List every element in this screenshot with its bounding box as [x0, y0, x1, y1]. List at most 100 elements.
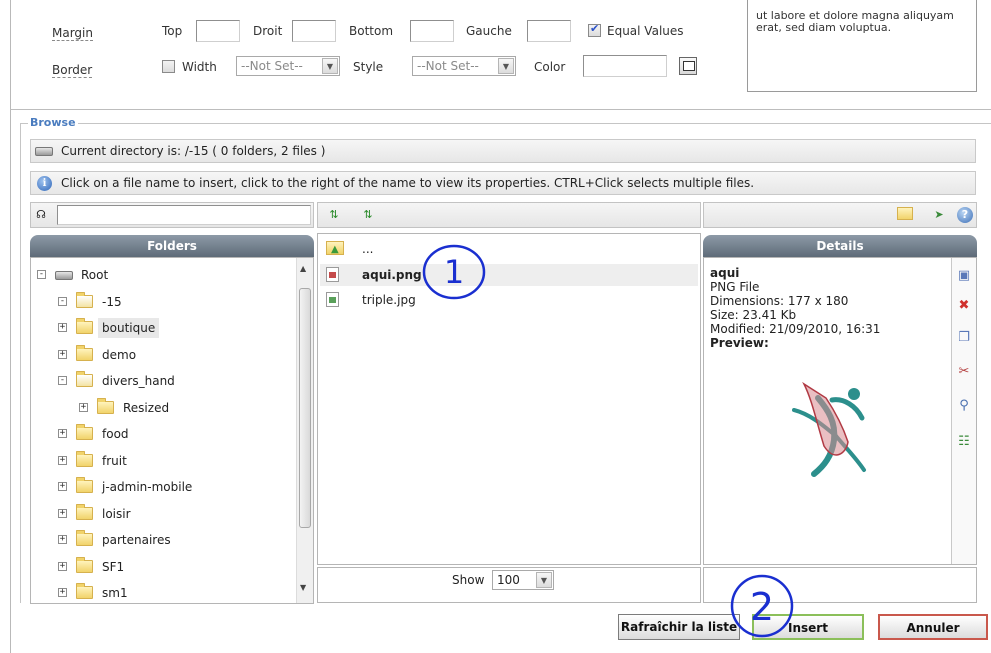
equal-values-label: Equal Values — [607, 24, 684, 38]
tree-item-label: j-admin-mobile — [102, 480, 193, 494]
copy-icon[interactable]: ❐ — [956, 330, 972, 346]
margin-top-label: Top — [162, 24, 183, 38]
expand-icon[interactable]: + — [58, 429, 67, 438]
tree-item-label: divers_hand — [102, 374, 175, 388]
style-preview-box: ut labore et dolore magna aliquyam erat,… — [747, 0, 977, 92]
scroll-down-icon[interactable]: ▼ — [300, 583, 306, 592]
browse-legend: Browse — [28, 116, 78, 129]
delete-icon[interactable]: ✖ — [956, 298, 972, 314]
folder-icon — [76, 477, 93, 493]
file-row[interactable]: aqui.png — [320, 264, 698, 286]
help-icon[interactable]: ? — [957, 207, 973, 223]
expand-icon[interactable]: + — [58, 323, 67, 332]
new-folder-icon[interactable] — [897, 207, 913, 220]
folder-tree-scrollbar[interactable]: ▲ ▼ — [296, 258, 313, 603]
margin-right-input[interactable] — [292, 20, 336, 42]
equal-values-checkbox[interactable] — [588, 22, 601, 37]
sort-az-icon[interactable]: ⇅ — [326, 207, 342, 223]
file-sort-toolbar: ⇅ ⇅ — [317, 202, 701, 228]
scroll-up-icon[interactable]: ▲ — [300, 264, 306, 273]
folder-icon — [76, 424, 93, 440]
collapse-icon[interactable]: - — [37, 270, 46, 279]
tree-item[interactable]: - Root — [31, 262, 293, 288]
insert-button[interactable]: Insert — [752, 614, 864, 640]
tree-item[interactable]: + sm1 — [31, 580, 293, 603]
drive-icon — [35, 147, 53, 156]
file-name[interactable]: aqui.png — [362, 264, 422, 286]
margin-bottom-input[interactable] — [410, 20, 454, 42]
tree-item[interactable]: + loisir — [31, 501, 293, 527]
tree-item[interactable]: + Resized — [31, 395, 293, 421]
expand-icon[interactable]: + — [58, 455, 67, 465]
tree-item[interactable]: - divers_hand — [31, 368, 293, 394]
add-file-icon[interactable]: ☷ — [956, 434, 972, 450]
margin-left-input[interactable] — [527, 20, 571, 42]
parent-folder-label: ... — [362, 242, 374, 256]
collapse-icon[interactable]: - — [58, 376, 67, 385]
border-style-select[interactable]: --Not Set-- ▼ — [412, 56, 516, 76]
show-count-select[interactable]: 100 ▼ — [492, 570, 554, 590]
expand-icon[interactable]: + — [58, 508, 67, 518]
binoculars-icon[interactable]: ☊ — [33, 207, 49, 223]
hint-bar: i Click on a file name to insert, click … — [30, 171, 976, 195]
expand-icon[interactable]: + — [58, 349, 67, 359]
cut-icon[interactable]: ✂ — [956, 364, 972, 380]
detail-name: aqui — [710, 266, 740, 280]
rename-icon[interactable]: ▣ — [956, 268, 972, 284]
folder-scroll-thumb[interactable] — [299, 288, 311, 528]
chevron-down-icon[interactable]: ▼ — [498, 58, 514, 74]
tree-item-label: sm1 — [102, 586, 128, 600]
margin-top-input[interactable] — [196, 20, 240, 42]
file-list-footer: Show 100 ▼ — [317, 567, 701, 603]
refresh-list-button[interactable]: Rafraîchir la liste — [618, 614, 740, 640]
border-width-checkbox[interactable] — [162, 60, 175, 73]
upload-icon[interactable]: ➤ — [931, 207, 947, 223]
file-name[interactable]: triple.jpg — [362, 289, 416, 311]
file-row[interactable]: triple.jpg — [320, 289, 698, 311]
tree-item[interactable]: + demo — [31, 342, 293, 368]
expand-icon[interactable]: + — [58, 535, 67, 544]
tree-item-label: partenaires — [102, 533, 171, 547]
chevron-down-icon[interactable]: ▼ — [536, 572, 552, 588]
folder-icon — [76, 344, 93, 361]
drive-icon — [55, 271, 73, 280]
tree-item-label: demo — [102, 347, 137, 362]
tree-item[interactable]: + fruit — [31, 448, 293, 474]
tree-item[interactable]: + food — [31, 421, 293, 447]
expand-icon[interactable]: + — [58, 561, 67, 571]
tree-item-label: Resized — [123, 400, 170, 415]
border-width-select[interactable]: --Not Set-- ▼ — [236, 56, 340, 76]
margin-left-label: Gauche — [466, 24, 512, 38]
border-width-label: Width — [182, 60, 217, 74]
tree-item[interactable]: + j-admin-mobile — [31, 474, 293, 500]
margin-label: Margin — [52, 26, 93, 41]
parent-folder-row[interactable]: ... — [320, 238, 698, 261]
expand-icon[interactable]: + — [58, 588, 67, 597]
border-color-input[interactable] — [583, 55, 667, 77]
tree-item-label: food — [102, 427, 129, 441]
folder-icon — [97, 397, 114, 414]
show-count-value: 100 — [497, 573, 520, 587]
tree-item[interactable]: - -15 — [31, 289, 293, 315]
expand-icon[interactable]: + — [58, 482, 67, 491]
chevron-down-icon[interactable]: ▼ — [322, 58, 338, 74]
folder-open-icon — [76, 291, 93, 308]
tree-item[interactable]: + SF1 — [31, 554, 293, 580]
color-picker-icon[interactable] — [679, 57, 697, 75]
folder-open-icon — [76, 371, 93, 387]
margin-right-label: Droit — [253, 24, 283, 38]
folder-tree: - Root - -15 + boutique + demo - divers_hand + Resi… — [30, 257, 314, 604]
expand-icon[interactable]: + — [79, 402, 88, 412]
hint-text: Click on a file name to insert, click to… — [61, 176, 755, 190]
details-panel: aqui PNG File Dimensions: 177 x 180 Size… — [703, 257, 977, 565]
zoom-icon[interactable]: ⚲ — [956, 398, 972, 414]
tree-item[interactable]: + boutique — [31, 315, 293, 341]
jpg-file-icon — [326, 292, 339, 307]
tree-item[interactable]: + partenaires — [31, 527, 293, 553]
border-style-label: Style — [353, 60, 384, 74]
sort-za-icon[interactable]: ⇅ — [360, 207, 376, 223]
tree-item-label: SF1 — [102, 559, 125, 574]
cancel-button[interactable]: Annuler — [878, 614, 988, 640]
collapse-icon[interactable]: - — [58, 296, 67, 306]
folder-search-input[interactable] — [57, 205, 311, 225]
